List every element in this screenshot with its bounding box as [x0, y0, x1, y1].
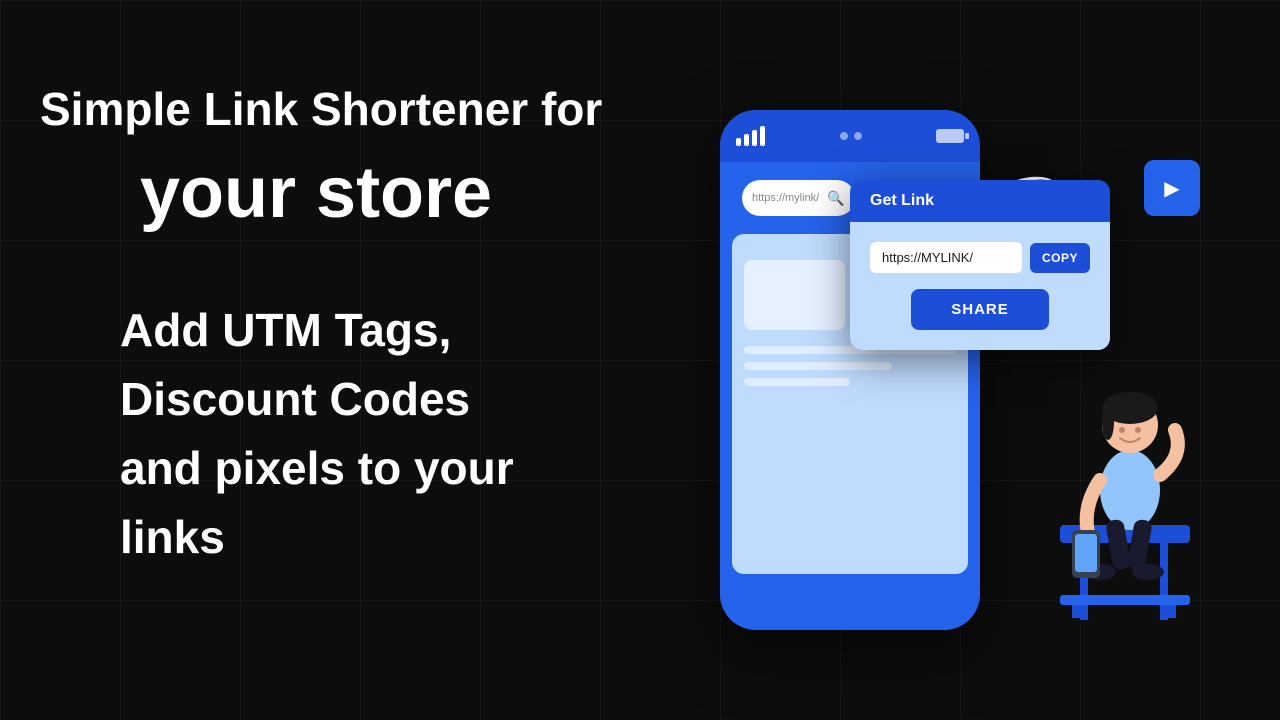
headline-line2: your store	[140, 150, 620, 236]
right-illustration-section: https://mylink/ 🔍 Get Link https://MYL	[620, 60, 1220, 660]
battery-icon	[936, 129, 964, 143]
copy-button[interactable]: COPY	[1030, 243, 1090, 273]
feature-utm: Add UTM Tags,	[120, 296, 620, 365]
get-link-url-display: https://MYLINK/	[870, 242, 1022, 273]
feature-pixels: and pixels to your links	[120, 434, 620, 572]
phone-search-icon: 🔍	[827, 190, 844, 207]
phone-url-input: https://mylink/	[752, 192, 819, 204]
content-line-2	[744, 362, 892, 370]
headline-line1: Simple Link Shortener for	[40, 80, 620, 140]
features-section: Add UTM Tags, Discount Codes and pixels …	[120, 296, 620, 572]
get-link-title: Get Link	[850, 180, 1110, 222]
person-illustration	[1000, 310, 1220, 650]
feature-discount: Discount Codes	[120, 365, 620, 434]
content-lines	[744, 346, 956, 386]
phone-search-bar[interactable]: https://mylink/ 🔍	[742, 180, 855, 216]
camera-dots	[840, 132, 862, 140]
signal-bars-icon	[736, 126, 765, 146]
get-link-url-row: https://MYLINK/ COPY	[870, 242, 1090, 273]
phone-top-bar	[720, 110, 980, 162]
product-card-1	[744, 260, 845, 330]
left-text-section: Simple Link Shortener for your store Add…	[40, 80, 620, 572]
content-line-3	[744, 378, 850, 386]
floating-arrow-icon	[1144, 160, 1200, 216]
